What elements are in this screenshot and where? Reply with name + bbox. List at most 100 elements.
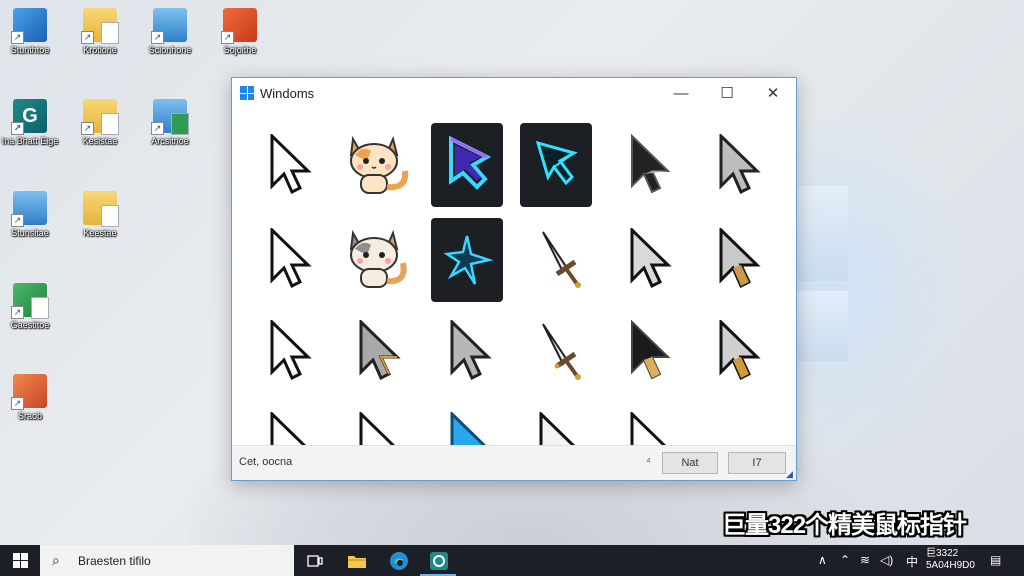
shortcut-arrow-icon: ↗ <box>81 122 94 135</box>
close-button[interactable]: ✕ <box>750 78 796 108</box>
status-indicator: ⁴ <box>646 456 651 468</box>
clock-time: 巨3322 <box>926 548 959 559</box>
gray-cat-cursor-icon[interactable] <box>340 216 420 302</box>
maximize-button[interactable]: ☐ <box>704 78 750 108</box>
folder-icon: ↗ <box>81 99 119 135</box>
office-icon: ↗ <box>221 8 257 44</box>
resize-grip-icon[interactable]: ◢ <box>786 470 794 479</box>
desktop-icon[interactable]: ↗ Kesistae <box>71 99 129 146</box>
folder-icon: ↗ <box>151 8 187 44</box>
windows-logo-icon <box>240 86 254 100</box>
wallpaper-pane <box>795 290 849 362</box>
status-text: Cet, oocna <box>239 456 293 468</box>
desktop-icon-label: Kesistae <box>82 136 118 146</box>
shortcut-arrow-icon: ↗ <box>11 397 24 410</box>
g-app-icon <box>430 551 448 570</box>
taskbar: ⌕ Braesten tifilo ∧ ⌃ ≋ ◁) 中 巨3322 5A04H… <box>0 545 1024 576</box>
edge-icon <box>390 551 408 570</box>
shortcut-arrow-icon: ↗ <box>11 306 24 319</box>
gold-arrow-cursor-icon[interactable] <box>700 216 780 302</box>
app-button[interactable] <box>418 545 460 576</box>
title-bar[interactable]: Windoms — ☐ ✕ <box>232 78 796 108</box>
shortcut-arrow-icon: ↗ <box>81 31 94 44</box>
taskbar-search-box[interactable]: ⌕ Braesten tifilo <box>40 545 294 576</box>
desktop-icon[interactable]: ↗ Sojoithe <box>211 8 269 55</box>
white-arrow-cursor-icon[interactable] <box>251 308 331 394</box>
g-app-icon: G ↗ <box>11 99 47 135</box>
desktop-icon[interactable]: ↗ Stunthtoe <box>1 8 59 55</box>
desktop-icon[interactable]: ↗ Sraob <box>1 374 59 421</box>
calico-cat-cursor-icon[interactable] <box>340 122 420 208</box>
edge-button[interactable] <box>378 545 420 576</box>
desktop-icon-label: Stunthtoe <box>10 45 50 55</box>
window-title: Windoms <box>260 85 315 101</box>
gray-arrow-cursor-icon[interactable] <box>431 308 511 394</box>
desktop-icon[interactable]: ↗ Arcsitrioe <box>141 99 199 146</box>
clock[interactable]: 巨3322 5A04H9D0 <box>926 548 975 572</box>
desktop-icon-label: Keestae <box>83 228 117 238</box>
silver-arrow-cursor-icon[interactable] <box>611 216 691 302</box>
folder-icon <box>83 191 119 227</box>
show-hidden-icons-button[interactable]: ∧ <box>818 553 827 567</box>
desktop-icon[interactable]: ↗ Scionhone <box>141 8 199 55</box>
desktop-icon-label: Stunsitae <box>11 228 49 238</box>
file-explorer-button[interactable] <box>336 545 378 576</box>
sword-cursor-icon[interactable] <box>520 216 600 302</box>
black-arrow-cursor-icon[interactable] <box>611 122 691 208</box>
desktop-icon-label: Ina Bhatt Eige <box>1 136 59 146</box>
folder-icon <box>348 555 366 568</box>
next-button[interactable]: Nat <box>662 452 718 474</box>
folder-icon: ↗ <box>11 191 47 227</box>
folder-icon: ↗ <box>81 8 119 44</box>
shortcut-arrow-icon: ↗ <box>11 122 24 135</box>
cursor-preview-window: Windoms — ☐ ✕ Cet, oocna ⁴ Nat I7 ◢ <box>231 77 797 481</box>
app-icon: ↗ <box>11 8 47 44</box>
white-arrow-cursor-icon[interactable] <box>251 216 331 302</box>
input-method-icon[interactable]: 中 <box>906 553 918 570</box>
wifi-icon[interactable]: ≋ <box>860 553 870 567</box>
desktop-icon-label: Sraob <box>17 411 43 421</box>
desktop-icon[interactable]: ↗ Krotione <box>71 8 129 55</box>
neon-purple-arrow-cursor-icon[interactable] <box>431 123 503 207</box>
desktop-icon[interactable]: ↗ Gaestitoe <box>1 283 59 330</box>
wallpaper-pane <box>795 185 849 282</box>
sheet-icon: ↗ <box>151 99 189 135</box>
desktop-icon[interactable]: ↗ Stunsitae <box>1 191 59 238</box>
start-button[interactable] <box>0 545 40 576</box>
notification-icon[interactable]: ▤ <box>990 553 1001 567</box>
secondary-button[interactable]: I7 <box>728 452 786 474</box>
desktop-icon-label: Arcsitrioe <box>151 136 189 146</box>
office-icon: ↗ <box>11 374 47 410</box>
gray-arrow-cursor-icon[interactable] <box>700 122 780 208</box>
status-bar: Cet, oocna ⁴ Nat I7 ◢ <box>232 445 796 480</box>
sword-cursor-icon[interactable] <box>520 308 600 394</box>
shortcut-arrow-icon: ↗ <box>11 31 24 44</box>
neon-cyan-star-cursor-icon[interactable] <box>431 218 503 302</box>
search-icon: ⌕ <box>52 552 60 568</box>
white-arrow-cursor-icon[interactable] <box>251 122 331 208</box>
task-view-icon <box>307 554 323 567</box>
shortcut-arrow-icon: ↗ <box>151 122 164 135</box>
neon-cyan-arrow-cursor-icon[interactable] <box>520 123 592 207</box>
overlay-caption: 巨量322个精美鼠标指针 <box>722 512 967 539</box>
volume-icon[interactable]: ◁) <box>880 553 893 567</box>
minimize-button[interactable]: — <box>658 78 704 108</box>
black-gold-arrow-cursor-icon[interactable] <box>611 308 691 394</box>
search-placeholder: Braesten tifilo <box>78 554 151 568</box>
shortcut-arrow-icon: ↗ <box>11 214 24 227</box>
task-view-button[interactable] <box>294 545 336 576</box>
green-app-icon: ↗ <box>11 283 49 319</box>
gray-arrow-cursor-icon[interactable] <box>340 308 420 394</box>
shortcut-arrow-icon: ↗ <box>151 31 164 44</box>
desktop-icon[interactable]: G ↗ Ina Bhatt Eige <box>1 99 59 146</box>
clock-date: 5A04H9D0 <box>926 560 975 571</box>
gold-arrow-cursor-icon[interactable] <box>700 308 780 394</box>
windows-logo-icon <box>12 553 28 568</box>
desktop-icon[interactable]: Keestae <box>71 191 129 238</box>
desktop-icon-label: Krotione <box>83 45 117 55</box>
cursor-grid <box>238 118 790 486</box>
desktop-icon-label: Scionhone <box>148 45 192 55</box>
desktop-icon-label: Gaestitoe <box>10 320 50 330</box>
network-icon[interactable]: ⌃ <box>840 553 850 567</box>
desktop-icon-label: Sojoithe <box>223 45 257 55</box>
